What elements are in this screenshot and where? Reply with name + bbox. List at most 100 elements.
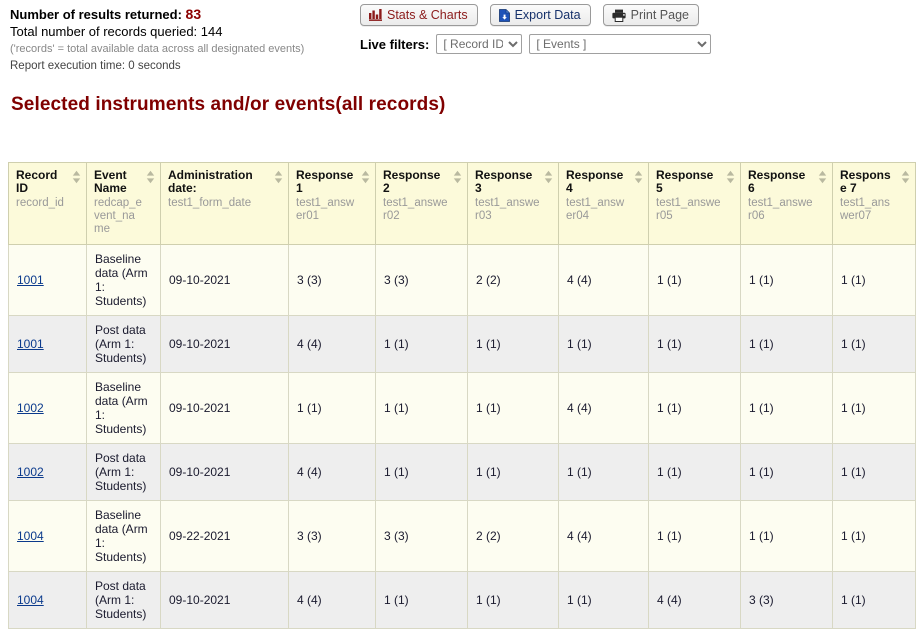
column-header-test1-answer01[interactable]: Response 1 test1_answer01 (288, 162, 376, 245)
cell-response-5: 4 (4) (648, 571, 741, 629)
column-header-variable: test1_form_date (168, 197, 252, 209)
cell-record-id: 1001 (8, 244, 87, 316)
cell-response-7: 1 (1) (832, 244, 916, 316)
report-toolbar: Stats & Charts Export Data Print Page (360, 4, 699, 26)
table-row: 1002 Post data (Arm 1: Students) 09-10-202… (8, 443, 916, 501)
cell-event-name: Post data (Arm 1: Students) (86, 315, 161, 373)
cell-response-7: 1 (1) (832, 571, 916, 629)
print-page-button[interactable]: Print Page (602, 4, 699, 26)
column-header-test1-answer04[interactable]: Response 4 test1_answer04 (558, 162, 649, 245)
column-header-variable: test1_answer05 (656, 197, 721, 222)
sort-updown-icon[interactable] (274, 170, 283, 184)
column-header-variable: test1_answer02 (383, 197, 448, 222)
cell-event-name: Post data (Arm 1: Students) (86, 443, 161, 501)
column-header-label: Record ID (16, 168, 58, 195)
cell-event-name: Baseline data (Arm 1: Students) (86, 244, 161, 316)
column-header-label: Response 4 (566, 168, 624, 195)
cell-response-4: 1 (1) (558, 571, 649, 629)
table-row: 1002 Baseline data (Arm 1: Students) 09-10… (8, 372, 916, 444)
column-header-variable: record_id (16, 197, 64, 209)
cell-response-2: 3 (3) (375, 244, 468, 316)
record-id-link[interactable]: 1002 (17, 465, 44, 479)
column-header-test1-form-date[interactable]: Administration date: test1_form_date (160, 162, 289, 245)
record-id-link[interactable]: 1002 (17, 401, 44, 415)
record-id-link[interactable]: 1004 (17, 593, 44, 607)
cell-response-2: 1 (1) (375, 315, 468, 373)
results-returned-label: Number of results returned: (10, 7, 182, 22)
column-header-label: Response 1 (296, 168, 354, 195)
cell-response-4: 4 (4) (558, 244, 649, 316)
sort-updown-icon[interactable] (818, 170, 827, 184)
cell-response-7: 1 (1) (832, 372, 916, 444)
column-header-variable: test1_answer01 (296, 197, 355, 222)
record-id-link[interactable]: 1004 (17, 529, 44, 543)
stats-and-charts-label: Stats & Charts (387, 8, 468, 22)
cell-response-3: 1 (1) (467, 372, 559, 444)
column-header-label: Response 6 (748, 168, 806, 195)
cell-response-6: 1 (1) (740, 443, 833, 501)
live-filter-events-select[interactable]: [ Events ] (529, 34, 712, 54)
table-row: 1001 Post data (Arm 1: Students) 09-10-202… (8, 315, 916, 373)
export-data-button[interactable]: Export Data (489, 4, 591, 26)
live-filter-record-id-select[interactable]: [ Record ID ] (436, 34, 523, 54)
column-header-variable: test1_answer07 (840, 197, 890, 222)
cell-response-6: 1 (1) (740, 315, 833, 373)
report-table-container: Record ID record_id Event Name redcap_event… (8, 162, 916, 629)
record-id-link[interactable]: 1001 (17, 337, 44, 351)
cell-response-5: 1 (1) (648, 500, 741, 572)
sort-updown-icon[interactable] (634, 170, 643, 184)
column-header-test1-answer07[interactable]: Response 7 test1_answer07 (832, 162, 916, 245)
column-header-label: Response 7 (840, 168, 891, 195)
report-table: Record ID record_id Event Name redcap_event… (8, 162, 916, 629)
column-header-test1-answer05[interactable]: Response 5 test1_answer05 (648, 162, 741, 245)
sort-updown-icon[interactable] (726, 170, 735, 184)
cell-administration-date: 09-10-2021 (160, 315, 289, 373)
cell-response-3: 1 (1) (467, 315, 559, 373)
cell-response-7: 1 (1) (832, 500, 916, 572)
cell-response-7: 1 (1) (832, 315, 916, 373)
column-header-record-id[interactable]: Record ID record_id (8, 162, 87, 245)
results-returned-count: 83 (185, 6, 202, 22)
cell-response-5: 1 (1) (648, 244, 741, 316)
cell-response-3: 2 (2) (467, 244, 559, 316)
column-header-test1-answer02[interactable]: Response 2 test1_answer02 (375, 162, 468, 245)
cell-response-2: 1 (1) (375, 443, 468, 501)
column-header-label: Response 2 (383, 168, 441, 195)
bar-chart-icon (369, 9, 382, 21)
cell-response-7: 1 (1) (832, 443, 916, 501)
cell-response-6: 1 (1) (740, 372, 833, 444)
cell-record-id: 1001 (8, 315, 87, 373)
column-header-variable: test1_answer03 (475, 197, 540, 222)
sort-updown-icon[interactable] (361, 170, 370, 184)
cell-response-4: 4 (4) (558, 372, 649, 444)
cell-record-id: 1002 (8, 443, 87, 501)
sort-updown-icon[interactable] (453, 170, 462, 184)
cell-administration-date: 09-10-2021 (160, 571, 289, 629)
cell-response-2: 1 (1) (375, 372, 468, 444)
cell-response-1: 3 (3) (288, 500, 376, 572)
cell-response-2: 1 (1) (375, 571, 468, 629)
live-filters-label: Live filters: (360, 36, 430, 52)
sort-updown-icon[interactable] (544, 170, 553, 184)
cell-response-4: 1 (1) (558, 315, 649, 373)
table-row: 1001 Baseline data (Arm 1: Students) 09-10… (8, 244, 916, 316)
cell-administration-date: 09-10-2021 (160, 443, 289, 501)
sort-updown-icon[interactable] (146, 170, 155, 184)
cell-response-1: 3 (3) (288, 244, 376, 316)
cell-response-5: 1 (1) (648, 372, 741, 444)
printer-icon (612, 9, 626, 22)
print-page-label: Print Page (630, 8, 689, 22)
live-filters-row: Live filters: [ Record ID ] [ Events ] (360, 34, 712, 54)
cell-response-1: 4 (4) (288, 571, 376, 629)
cell-response-1: 4 (4) (288, 315, 376, 373)
column-header-label: Response 3 (475, 168, 533, 195)
cell-response-4: 1 (1) (558, 443, 649, 501)
column-header-test1-answer03[interactable]: Response 3 test1_answer03 (467, 162, 559, 245)
stats-and-charts-button[interactable]: Stats & Charts (360, 4, 478, 26)
column-header-redcap-event-name[interactable]: Event Name redcap_event_name (86, 162, 161, 245)
column-header-test1-answer06[interactable]: Response 6 test1_answer06 (740, 162, 833, 245)
sort-updown-icon[interactable] (901, 170, 910, 184)
cell-response-4: 4 (4) (558, 500, 649, 572)
record-id-link[interactable]: 1001 (17, 273, 44, 287)
sort-updown-icon[interactable] (72, 170, 81, 184)
